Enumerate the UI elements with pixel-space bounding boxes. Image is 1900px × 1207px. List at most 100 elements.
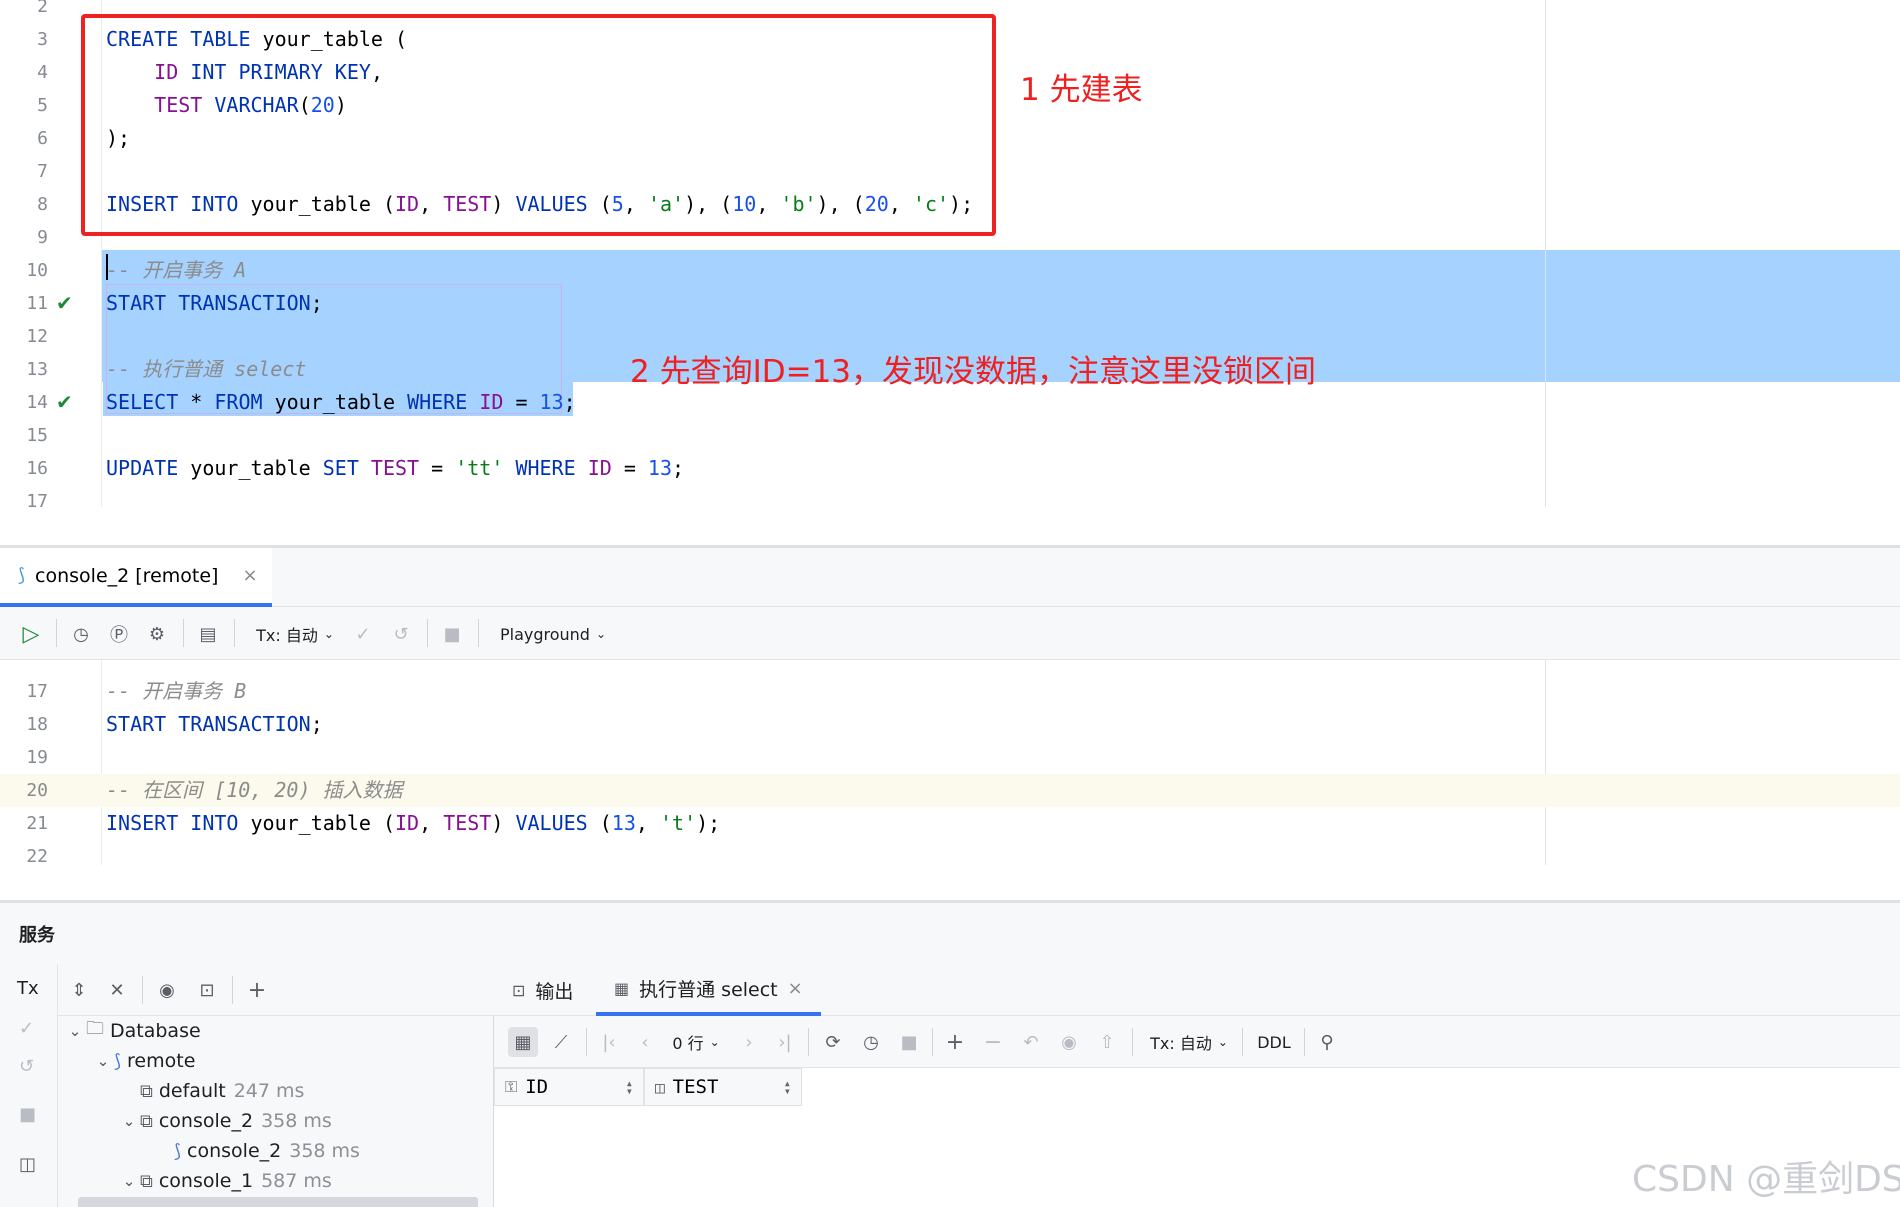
submit-icon[interactable]: ⇧ <box>1092 1027 1122 1057</box>
code-token: ID <box>395 811 420 835</box>
code-line[interactable]: 17 -- 开启事务 B <box>0 675 1900 708</box>
result-tx-dropdown[interactable]: Tx: 自动 ⌄ <box>1144 1027 1234 1057</box>
mysql-dolphin-icon: ⟆ <box>18 565 26 586</box>
code-token: ; <box>563 390 576 414</box>
tree-node-console-2[interactable]: ⌄ ⧉ console_2 358 ms <box>118 1106 332 1136</box>
result-grid-header: ⚿ ID ▴ ▾ ◫ TEST ▴ ▾ <box>494 1068 1900 1106</box>
session-icon: ⧉ <box>140 1170 153 1192</box>
last-page-icon[interactable]: ›| <box>770 1027 800 1057</box>
code-line[interactable]: 19 <box>0 741 1900 774</box>
tree-selected-row[interactable] <box>78 1197 478 1207</box>
code-line[interactable]: 21 INSERT INTO your_table (ID, TEST) VALU… <box>0 807 1900 840</box>
tree-duration: 587 ms <box>261 1170 332 1192</box>
text-caret <box>106 254 108 280</box>
add-row-icon[interactable]: + <box>940 1027 970 1057</box>
code-text: START TRANSACTION; <box>106 708 323 741</box>
revert-icon[interactable]: ↶ <box>1016 1027 1046 1057</box>
row-count-dropdown[interactable]: 0 行 ⌄ <box>666 1027 726 1057</box>
chevron-down-icon[interactable]: ⌄ <box>118 1172 140 1190</box>
code-token: ; <box>310 712 323 736</box>
code-token: START TRANSACTION <box>106 712 311 736</box>
rollback-icon[interactable]: ↺ <box>386 619 416 649</box>
tab-output-label: 输出 <box>535 980 574 1003</box>
editor-tab-bar: ⟆ console_2 [remote] × <box>0 545 1900 607</box>
add-icon[interactable]: + <box>242 975 272 1005</box>
table-view-icon[interactable]: ▤ <box>193 619 223 649</box>
code-token: 'tt' <box>455 456 504 480</box>
tx-icon[interactable]: Tx <box>17 978 39 999</box>
expand-all-icon[interactable]: ⇕ <box>66 975 92 1005</box>
folder-icon: 🗀 <box>86 1018 104 1039</box>
close-tab-icon[interactable]: × <box>788 978 803 999</box>
column-header-test[interactable]: ◫ TEST ▴ ▾ <box>644 1068 802 1106</box>
tab-result-select[interactable]: ▦ 执行普通 select × <box>596 964 821 1016</box>
stop-icon[interactable]: ■ <box>19 1104 36 1125</box>
console-toolbar: ▷ ◷ Ⓟ ⚙ ▤ Tx: 自动 ⌄ ✓ ↺ ■ Playground ⌄ <box>0 607 1900 660</box>
code-line[interactable]: 11 ✔ START TRANSACTION; <box>0 287 1900 320</box>
tree-node-console-2-child[interactable]: ⟆ console_2 358 ms <box>174 1136 360 1166</box>
history-icon[interactable]: ◷ <box>856 1027 886 1057</box>
services-tree-toolbar: ⇕ ✕ ◉ ⊡ + <box>58 964 494 1016</box>
first-page-icon[interactable]: |‹ <box>594 1027 624 1057</box>
ddl-button[interactable]: DDL <box>1252 1027 1296 1057</box>
annotation-1: 1 先建表 <box>1020 72 1143 108</box>
tab-output[interactable]: ⊡ 输出 <box>512 964 573 1016</box>
console-editor[interactable]: 17 -- 开启事务 B 18 START TRANSACTION; 19 20 -- 在区… <box>0 660 1900 865</box>
code-line[interactable]: 17 <box>0 485 1900 507</box>
table-view-icon[interactable]: ▦ <box>508 1027 538 1057</box>
sort-icon[interactable]: ▴ ▾ <box>784 1077 791 1097</box>
tree-label: console_1 <box>158 1170 254 1192</box>
code-line[interactable]: 22 <box>0 840 1900 865</box>
next-page-icon[interactable]: › <box>734 1027 764 1057</box>
layout-icon[interactable]: ◫ <box>19 1154 36 1175</box>
tx-mode-dropdown[interactable]: Tx: 自动 ⌄ <box>250 619 340 649</box>
stop-icon[interactable]: ■ <box>437 619 467 649</box>
chevron-down-icon[interactable]: ⌄ <box>92 1052 114 1070</box>
refresh-icon[interactable]: ⟳ <box>818 1027 848 1057</box>
settings-gear-icon[interactable]: ⚙ <box>142 619 172 649</box>
code-token: your_table ( <box>250 811 396 835</box>
stop-icon[interactable]: ■ <box>894 1027 924 1057</box>
preview-icon[interactable]: ◉ <box>1054 1027 1084 1057</box>
close-tab-icon[interactable]: × <box>242 565 257 586</box>
line-number: 20 <box>26 780 48 801</box>
tab-result-label: 执行普通 select <box>639 978 778 1001</box>
tree-node-database[interactable]: ⌄ 🗀 Database <box>64 1016 201 1046</box>
table-icon: ▦ <box>614 978 630 998</box>
code-token: , <box>419 811 444 835</box>
parameters-icon[interactable]: Ⓟ <box>104 619 134 649</box>
chevron-down-icon[interactable]: ⌄ <box>64 1022 86 1040</box>
code-line[interactable]: 20 -- 在区间 [10, 20) 插入数据 <box>0 774 1900 807</box>
sort-icon[interactable]: ▴ ▾ <box>626 1077 633 1097</box>
services-side-toolbar: Tx ✓ ↺ ■ ◫ <box>0 964 58 1207</box>
commit-check-icon[interactable]: ✓ <box>348 619 378 649</box>
code-line[interactable]: 16 UPDATE your_table SET TEST = 'tt' WHER… <box>0 452 1900 485</box>
code-token: -- 执行普通 select <box>106 357 307 381</box>
code-line[interactable]: 15 <box>0 419 1900 452</box>
code-token: , <box>635 811 660 835</box>
eye-icon[interactable]: ◉ <box>152 975 182 1005</box>
collapse-all-icon[interactable]: ✕ <box>104 975 130 1005</box>
playground-dropdown[interactable]: Playground ⌄ <box>494 619 612 649</box>
chart-view-icon[interactable]: ⟋ <box>546 1027 576 1057</box>
code-line[interactable]: 18 START TRANSACTION; <box>0 708 1900 741</box>
new-group-icon[interactable]: ⊡ <box>192 975 222 1005</box>
prev-page-icon[interactable]: ‹ <box>630 1027 660 1057</box>
history-icon[interactable]: ◷ <box>66 619 96 649</box>
chevron-down-icon[interactable]: ⌄ <box>118 1112 140 1130</box>
code-token: 13 <box>611 811 636 835</box>
code-line[interactable]: 10 -- 开启事务 A <box>0 254 1900 287</box>
rollback-icon[interactable]: ↺ <box>19 1056 34 1077</box>
code-token: * <box>190 390 215 414</box>
pin-icon[interactable]: ⚲ <box>1312 1027 1342 1057</box>
tree-node-default[interactable]: ⧉ default 247 ms <box>140 1076 304 1106</box>
commit-check-icon[interactable]: ✓ <box>19 1018 34 1039</box>
remove-row-icon[interactable]: − <box>978 1027 1008 1057</box>
tree-label: console_2 <box>187 1140 282 1162</box>
tree-node-remote[interactable]: ⌄ ⟆ remote <box>92 1046 196 1076</box>
tree-node-console-1[interactable]: ⌄ ⧉ console_1 587 ms <box>118 1166 332 1196</box>
run-icon[interactable]: ▷ <box>16 619 46 649</box>
services-title: 服务 <box>19 925 55 946</box>
tab-console-2[interactable]: ⟆ console_2 [remote] × <box>0 548 272 607</box>
column-header-id[interactable]: ⚿ ID ▴ ▾ <box>494 1068 644 1106</box>
